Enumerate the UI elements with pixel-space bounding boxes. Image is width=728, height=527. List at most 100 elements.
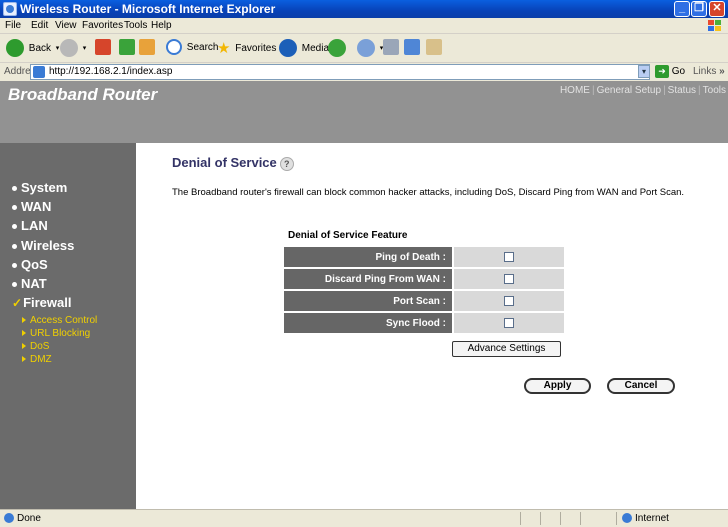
topnav-general-setup[interactable]: General Setup <box>597 85 662 96</box>
printer-icon <box>383 39 399 55</box>
address-bar: Address http://192.168.2.1/index.asp ▾ ➜… <box>0 63 728 81</box>
address-url: http://192.168.2.1/index.asp <box>49 66 173 77</box>
bullet-icon <box>12 224 17 230</box>
window-title: Wireless Router - Microsoft Internet Exp… <box>20 2 276 16</box>
toolbar: Back ▾ ▾ Search ★ Favorites Media ▾ <box>0 35 728 63</box>
sync-flood-checkbox[interactable] <box>504 317 514 328</box>
feature-label-ping-of-death: Ping of Death : <box>284 247 452 267</box>
bullet-icon <box>12 205 17 211</box>
topnav-tools[interactable]: Tools <box>703 85 726 96</box>
arrow-right-icon <box>22 317 26 324</box>
brand-title: Broadband Router <box>8 85 158 104</box>
forward-button[interactable]: ▾ <box>60 39 86 59</box>
home-button[interactable] <box>139 39 155 59</box>
table-row: Port Scan : <box>284 291 564 311</box>
messenger-button[interactable] <box>426 39 442 59</box>
menu-favorites[interactable]: Favorites <box>82 20 123 31</box>
print-button[interactable] <box>383 39 399 59</box>
go-arrow-icon: ➜ <box>655 65 669 78</box>
media-icon <box>279 39 297 57</box>
arrow-right-icon <box>22 330 26 337</box>
refresh-button[interactable] <box>119 39 135 59</box>
feature-section-title: Denial of Service Feature <box>288 230 408 241</box>
arrow-right-icon <box>22 343 26 350</box>
stop-button[interactable] <box>95 39 111 59</box>
arrow-right-icon <box>22 356 26 363</box>
chevron-right-icon: » <box>719 66 725 77</box>
subnav-access-control[interactable]: Access Control <box>22 315 97 326</box>
menu-view[interactable]: View <box>55 20 77 31</box>
back-button[interactable]: Back ▾ <box>6 39 59 59</box>
bullet-icon <box>12 263 17 269</box>
menu-tools[interactable]: Tools <box>124 20 147 31</box>
edit-icon <box>404 39 420 55</box>
menu-file[interactable]: File <box>5 20 21 31</box>
apply-button[interactable]: Apply <box>524 378 591 394</box>
close-button[interactable]: ✕ <box>709 1 725 17</box>
ie-icon <box>3 2 17 16</box>
help-icon[interactable]: ? <box>279 156 294 171</box>
go-button[interactable]: ➜ Go <box>655 65 685 78</box>
chevron-down-icon: ▾ <box>55 45 60 52</box>
edit-button[interactable] <box>404 39 420 59</box>
sidebar-item-system[interactable]: System <box>12 180 67 195</box>
forward-arrow-icon <box>60 39 78 57</box>
history-button[interactable] <box>328 39 346 59</box>
port-scan-checkbox[interactable] <box>504 295 514 306</box>
messenger-icon <box>426 39 442 55</box>
menu-help[interactable]: Help <box>151 20 172 31</box>
stop-icon <box>95 39 111 55</box>
refresh-icon <box>119 39 135 55</box>
menu-bar: File Edit View Favorites Tools Help <box>0 18 728 34</box>
page-done-icon <box>4 513 14 524</box>
topnav-status[interactable]: Status <box>668 85 696 96</box>
sidebar: System WAN LAN Wireless QoS NAT ✓Firewal… <box>0 143 136 509</box>
sidebar-item-nat[interactable]: NAT <box>12 276 47 291</box>
maximize-button[interactable]: ❐ <box>691 1 707 17</box>
advance-settings-button[interactable]: Advance Settings <box>452 341 561 357</box>
menu-edit[interactable]: Edit <box>31 20 48 31</box>
page-title: Denial of Service? <box>172 155 294 171</box>
favorites-button[interactable]: ★ Favorites <box>217 39 276 59</box>
window-titlebar: Wireless Router - Microsoft Internet Exp… <box>0 0 728 18</box>
sidebar-item-qos[interactable]: QoS <box>12 257 48 272</box>
minimize-button[interactable]: _ <box>674 1 690 17</box>
feature-label-discard-ping: Discard Ping From WAN : <box>284 269 452 289</box>
subnav-dmz[interactable]: DMZ <box>22 354 52 365</box>
address-input[interactable]: http://192.168.2.1/index.asp <box>30 64 650 80</box>
topnav-home[interactable]: HOME <box>560 85 590 96</box>
sidebar-item-wireless[interactable]: Wireless <box>12 238 74 253</box>
media-button[interactable]: Media <box>279 39 329 59</box>
sidebar-item-lan[interactable]: LAN <box>12 218 48 233</box>
feature-label-port-scan: Port Scan : <box>284 291 452 311</box>
bullet-icon <box>12 186 17 192</box>
subnav-dos[interactable]: DoS <box>22 341 49 352</box>
top-navigation: HOME | General Setup | Status | Tools <box>559 85 726 96</box>
bullet-icon <box>12 282 17 288</box>
ping-of-death-checkbox[interactable] <box>504 251 514 262</box>
sidebar-item-wan[interactable]: WAN <box>12 199 51 214</box>
discard-ping-checkbox[interactable] <box>504 273 514 284</box>
table-row: Ping of Death : <box>284 247 564 267</box>
status-bar: Done Internet <box>0 509 728 527</box>
subnav-url-blocking[interactable]: URL Blocking <box>22 328 90 339</box>
sidebar-item-firewall[interactable]: ✓Firewall <box>12 295 71 310</box>
security-zone: Internet <box>622 513 669 524</box>
address-dropdown-icon[interactable]: ▾ <box>638 65 650 78</box>
windows-logo-icon <box>708 20 721 31</box>
mail-button[interactable]: ▾ <box>357 39 383 59</box>
bullet-icon <box>12 244 17 250</box>
search-icon <box>166 39 182 55</box>
status-text: Done <box>4 513 41 524</box>
links-button[interactable]: Links » <box>693 66 725 77</box>
cancel-button[interactable]: Cancel <box>607 378 675 394</box>
search-button[interactable]: Search <box>166 39 218 59</box>
feature-label-sync-flood: Sync Flood : <box>284 313 452 333</box>
main-content: Denial of Service? The Broadband router'… <box>136 143 728 509</box>
globe-icon <box>622 513 632 524</box>
home-icon <box>139 39 155 55</box>
back-arrow-icon <box>6 39 24 57</box>
page-description: The Broadband router's firewall can bloc… <box>172 187 685 198</box>
history-icon <box>328 39 346 57</box>
table-row: Discard Ping From WAN : <box>284 269 564 289</box>
